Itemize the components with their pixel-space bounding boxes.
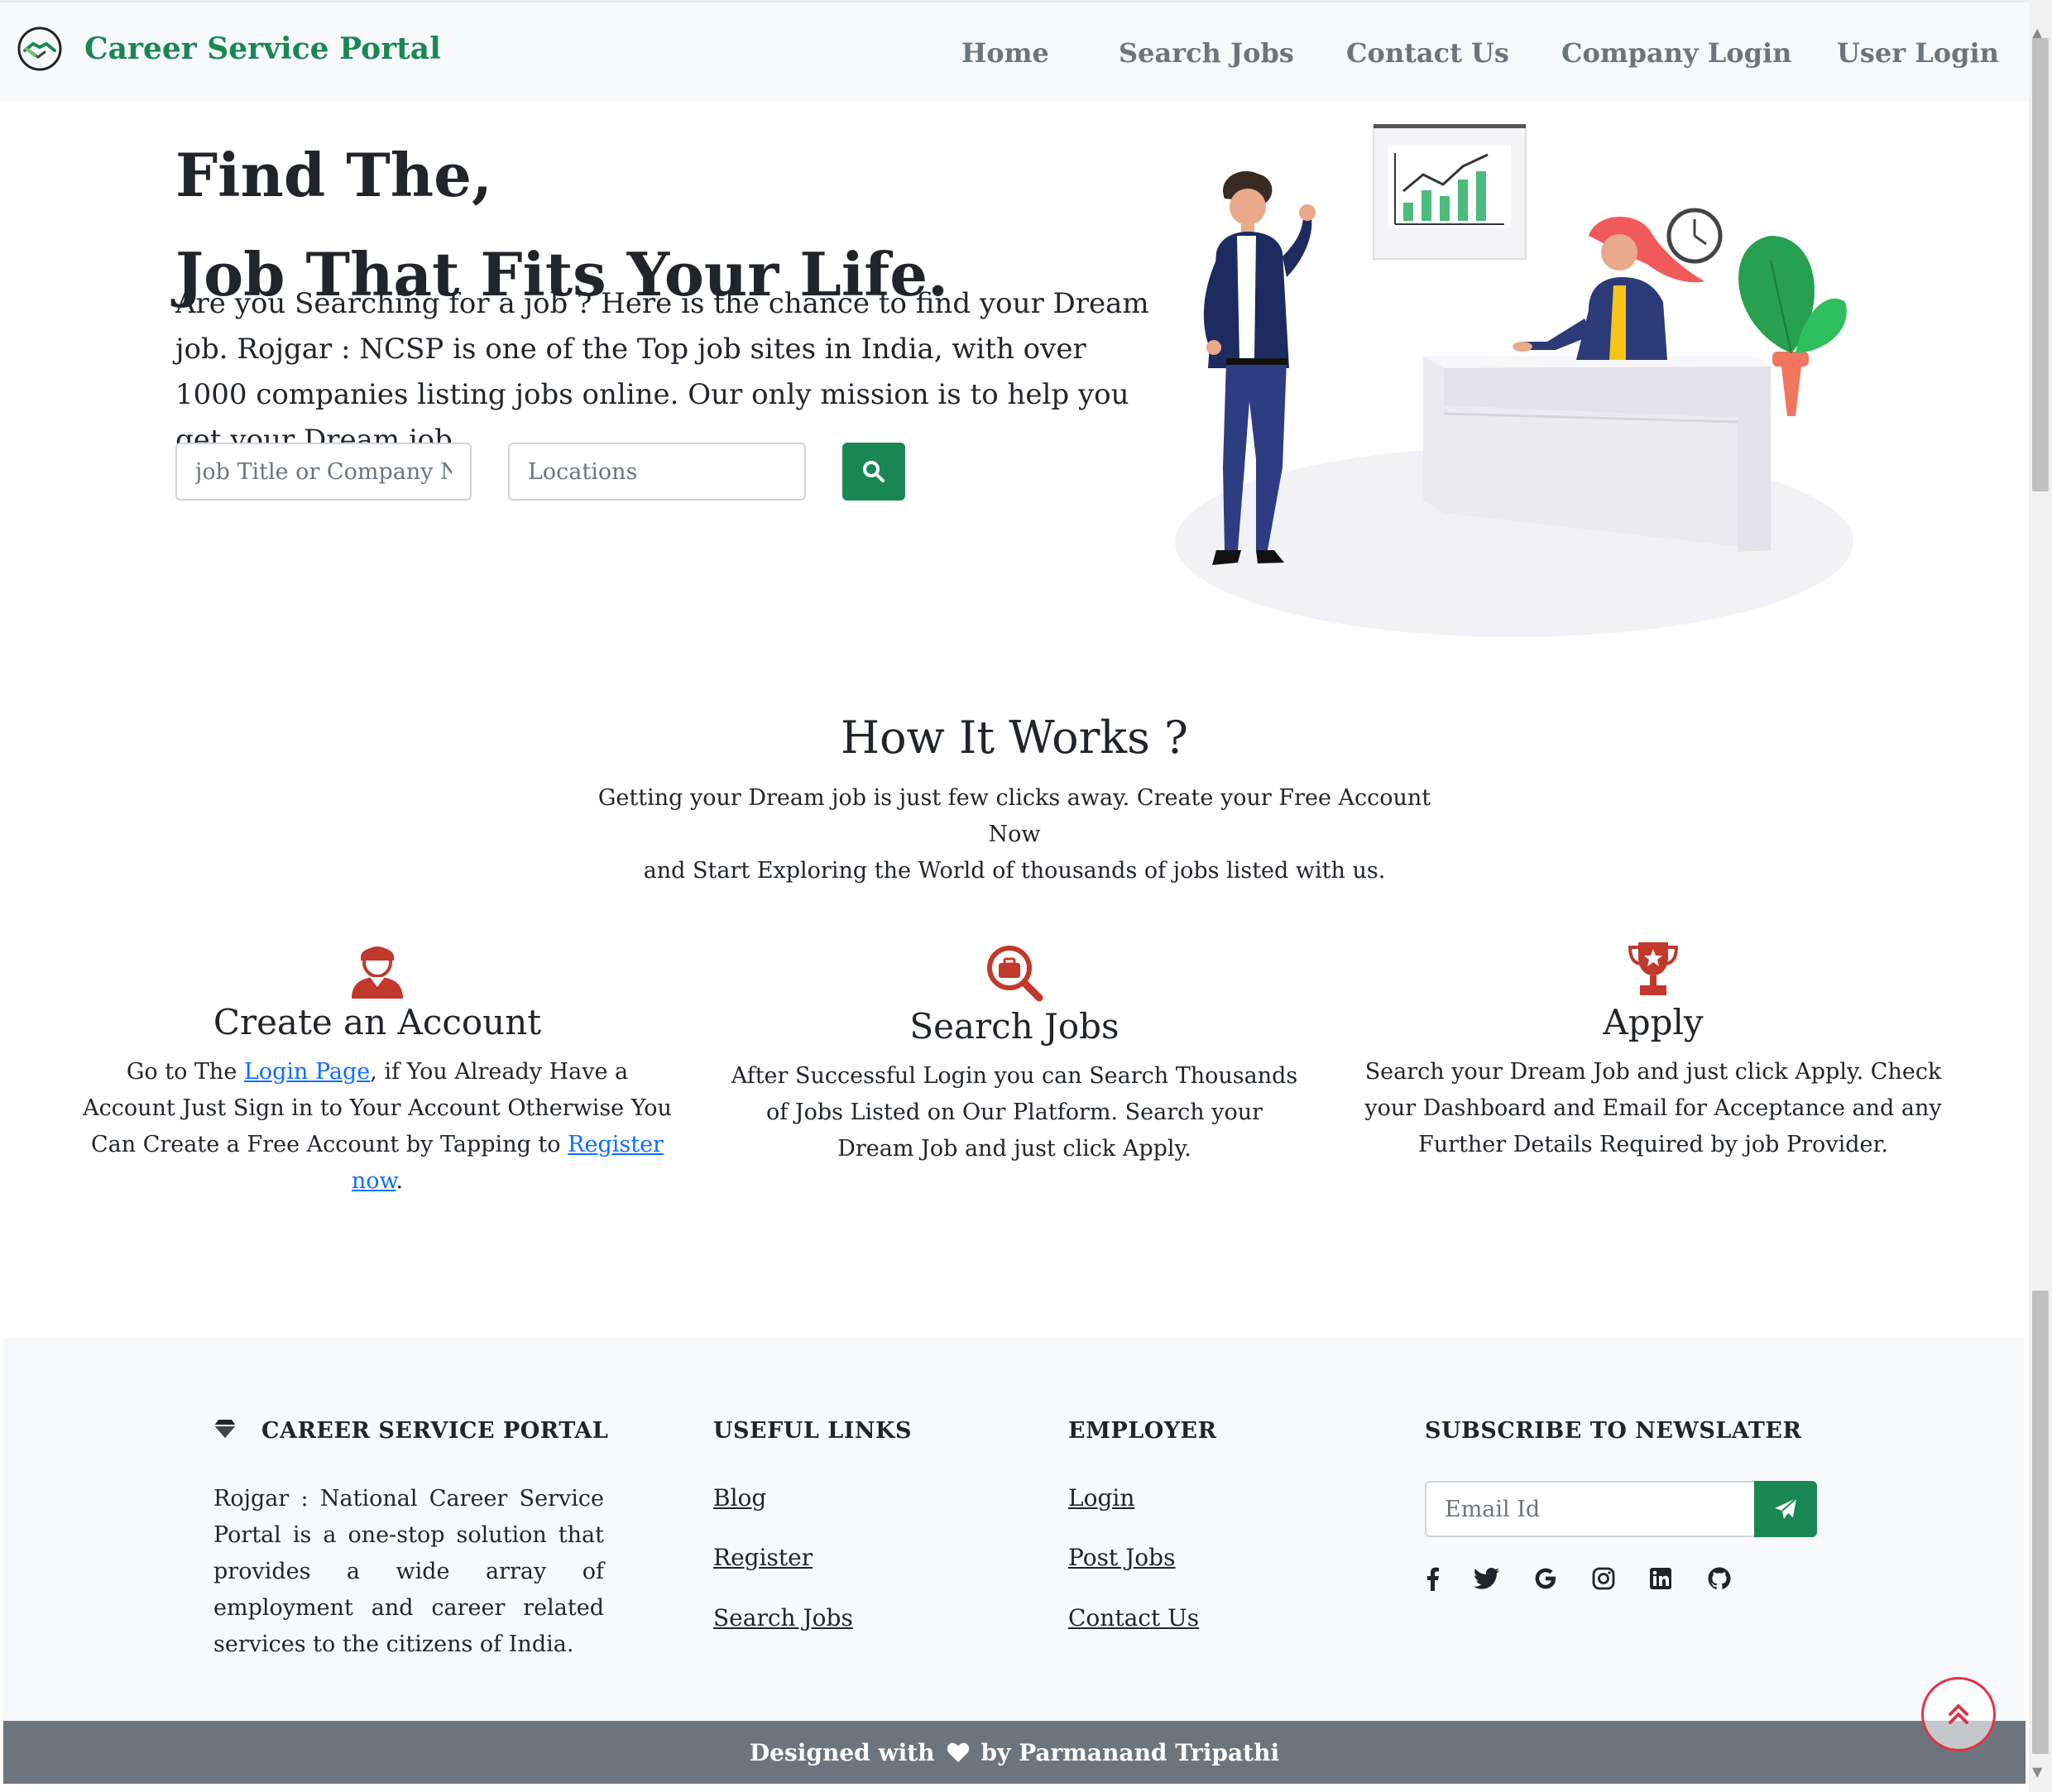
step-search-jobs: Search Jobs After Successful Login you c… [717,943,1312,1167]
nav-company-login[interactable]: Company Login [1561,37,1791,69]
step-description: Go to The Login Page, if You Already Hav… [79,1054,675,1200]
navbar: Career Service Portal Home Search Jobs C… [0,0,2029,102]
google-icon[interactable] [1531,1564,1561,1593]
step-apply: Apply Search your Dream Job and just cli… [1354,939,1953,1163]
scrollbar-thumb-lower[interactable] [2032,1291,2049,1754]
brand[interactable]: Career Service Portal [17,26,441,72]
footer-link-contact-us[interactable]: Contact Us [1068,1604,1199,1631]
footer-credit: Designed with by Parmanand Tripathi [750,1739,1279,1766]
footer-useful-links-heading: USEFUL LINKS [713,1418,912,1444]
facebook-icon[interactable] [1417,1564,1447,1593]
newsletter-email-input[interactable] [1425,1481,1756,1537]
hero-title-line1: Find The, [175,140,493,210]
nav-contact-us[interactable]: Contact Us [1346,37,1509,69]
scroll-down-arrow-icon[interactable]: ▼ [2032,1764,2042,1780]
back-to-top-button[interactable] [1921,1677,1996,1751]
footer-credit-bar: Designed with by Parmanand Tripathi [3,1721,2026,1784]
instagram-icon[interactable] [1589,1564,1618,1593]
step-title: Apply [1603,1002,1704,1042]
diamond-icon [214,1420,236,1438]
heart-icon [947,1742,969,1762]
step-description: Search your Dream Job and just click App… [1364,1059,1942,1157]
github-icon[interactable] [1704,1564,1734,1593]
nav-search-jobs[interactable]: Search Jobs [1119,37,1294,69]
footer-newsletter-heading: SUBSCRIBE TO NEWSLATER [1425,1418,1802,1444]
user-icon [352,946,403,999]
hero-description: Are you Searching for a job ? Here is th… [175,287,1149,457]
trophy-icon [1628,942,1679,995]
footer-link-search-jobs[interactable]: Search Jobs [713,1604,853,1631]
footer-link-post-jobs[interactable]: Post Jobs [1068,1544,1175,1571]
job-search-icon [987,946,1043,1002]
linkedin-icon[interactable] [1646,1564,1676,1593]
step-create-account: Create an Account Go to The Login Page, … [79,939,675,1200]
step-title: Search Jobs [909,1006,1119,1047]
credit-prefix: Designed with [749,1738,935,1766]
how-subtitle-line1: Getting your Dream job is just few click… [597,785,1431,847]
footer-about-heading: CAREER SERVICE PORTAL [261,1418,609,1444]
search-button[interactable] [842,443,905,501]
footer-employer-heading: EMPLOYER [1068,1418,1217,1444]
footer-link-register[interactable]: Register [713,1544,813,1571]
handshake-logo-icon [17,26,62,71]
double-chevron-up-icon [1949,1704,1968,1724]
how-it-works-title: How It Works ? [841,712,1188,764]
twitter-icon[interactable] [1472,1564,1502,1593]
step-description: After Successful Login you can Search Th… [731,1063,1298,1162]
search-icon [863,461,885,482]
step-title: Create an Account [213,1002,542,1042]
footer-link-blog[interactable]: Blog [713,1484,766,1512]
how-subtitle-line2: and Start Exploring the World of thousan… [643,858,1386,884]
job-title-search-input[interactable] [175,443,472,501]
scrollbar-thumb[interactable] [2032,38,2049,491]
nav-home[interactable]: Home [961,37,1049,69]
step-desc-text: Go to The [126,1059,244,1085]
footer-about-text: Rojgar : National Career Service Portal … [213,1486,604,1657]
login-page-link[interactable]: Login Page [244,1059,370,1085]
brand-name: Career Service Portal [84,31,441,66]
step-desc-text: . [396,1168,404,1194]
nav-user-login[interactable]: User Login [1837,37,1999,69]
newsletter-subscribe-button[interactable] [1754,1481,1817,1537]
footer-link-login[interactable]: Login [1068,1484,1134,1512]
credit-author: by Parmanand Tripathi [980,1738,1280,1766]
location-input[interactable] [508,443,806,501]
hero-illustration [1175,124,1853,637]
paper-plane-icon [1775,1497,1797,1519]
how-it-works-subtitle: Getting your Dream job is just few click… [579,780,1450,889]
